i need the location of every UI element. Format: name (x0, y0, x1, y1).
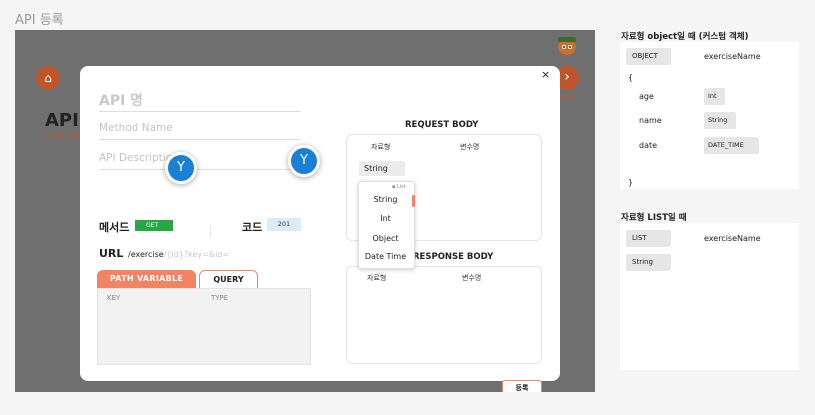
preview-frame: ⌂ › 사용방법보기 API 명 UNTITLED × API 명 Method… (15, 30, 595, 392)
url-input[interactable]: /exercise/{id}?key=&id= (128, 250, 229, 259)
field-name: date (639, 141, 658, 150)
column-header-name: 변수명 (462, 274, 482, 282)
background-subtitle: UNTITLED (45, 132, 84, 140)
response-body-table: 자료형 변수명 (346, 266, 542, 364)
status-code-input[interactable]: 201 (267, 218, 301, 231)
response-body-title: RESPONSE BODY (413, 252, 494, 262)
open-brace: { (628, 73, 634, 82)
list-panel: LIST exerciseName String (620, 223, 799, 370)
dropdown-option[interactable]: String (359, 195, 412, 204)
method-label: 메서드 (99, 221, 130, 234)
dropdown-header: ▪ List (392, 184, 406, 190)
tab-query[interactable]: QUERY (199, 270, 258, 288)
object-panel-title: 자료형 object일 때 (커스텀 객체) (621, 32, 749, 42)
submit-button[interactable]: 등록 (502, 380, 542, 392)
column-header-name: 변수명 (460, 143, 480, 151)
code-label: 코드 (242, 221, 263, 234)
close-icon[interactable]: × (541, 68, 550, 81)
list-name: exerciseName (704, 234, 761, 243)
user-avatar[interactable]: Y (288, 145, 320, 177)
api-name-input[interactable]: API 명 (99, 88, 301, 112)
object-name: exerciseName (704, 52, 761, 61)
column-header-type: TYPE (211, 294, 229, 302)
dropdown-option[interactable]: Date Time (359, 252, 412, 261)
mascot-icon (555, 34, 579, 56)
field-type: DATE_TIME (704, 137, 759, 154)
object-chip: OBJECT (626, 48, 671, 65)
dropdown-option[interactable]: Object (359, 234, 412, 243)
home-icon: ⌂ (36, 66, 60, 90)
url-label: URL (99, 247, 124, 260)
column-header-type: 자료형 (367, 274, 387, 282)
close-brace: } (628, 178, 634, 187)
column-header-key: KEY (107, 294, 121, 302)
url-path-placeholder: /{id}?key=&id= (163, 250, 230, 259)
field-type: String (704, 112, 736, 129)
field-type: Int (704, 88, 725, 105)
type-select[interactable]: String (359, 161, 405, 176)
user-avatar[interactable]: Y (165, 152, 197, 184)
list-panel-title: 자료형 LIST일 때 (621, 213, 687, 223)
field-name: name (639, 116, 662, 125)
url-path-main: /exercise (128, 250, 164, 259)
api-register-modal: × API 명 Method Name API Description 메서드 … (80, 66, 560, 392)
column-header-type: 자료형 (371, 143, 391, 151)
method-select[interactable]: GET (135, 220, 173, 231)
list-type-chip: String (626, 254, 671, 271)
type-dropdown: ▪ List String Int Object Date Time (358, 181, 415, 269)
method-name-input[interactable]: Method Name (99, 118, 301, 140)
dropdown-option[interactable]: Int (359, 214, 412, 223)
page-title: API 등록 (15, 13, 64, 28)
params-table: KEY TYPE (97, 288, 311, 365)
dropdown-scrollbar[interactable] (412, 195, 415, 207)
tab-path-variable[interactable]: PATH VARIABLE (97, 270, 196, 288)
object-panel: OBJECT exerciseName { age Int name Strin… (620, 42, 799, 189)
field-name: age (639, 92, 654, 101)
divider (210, 225, 211, 237)
description-input[interactable]: API Description (99, 148, 301, 170)
request-body-title: REQUEST BODY (405, 120, 479, 130)
list-chip: LIST (626, 230, 671, 247)
